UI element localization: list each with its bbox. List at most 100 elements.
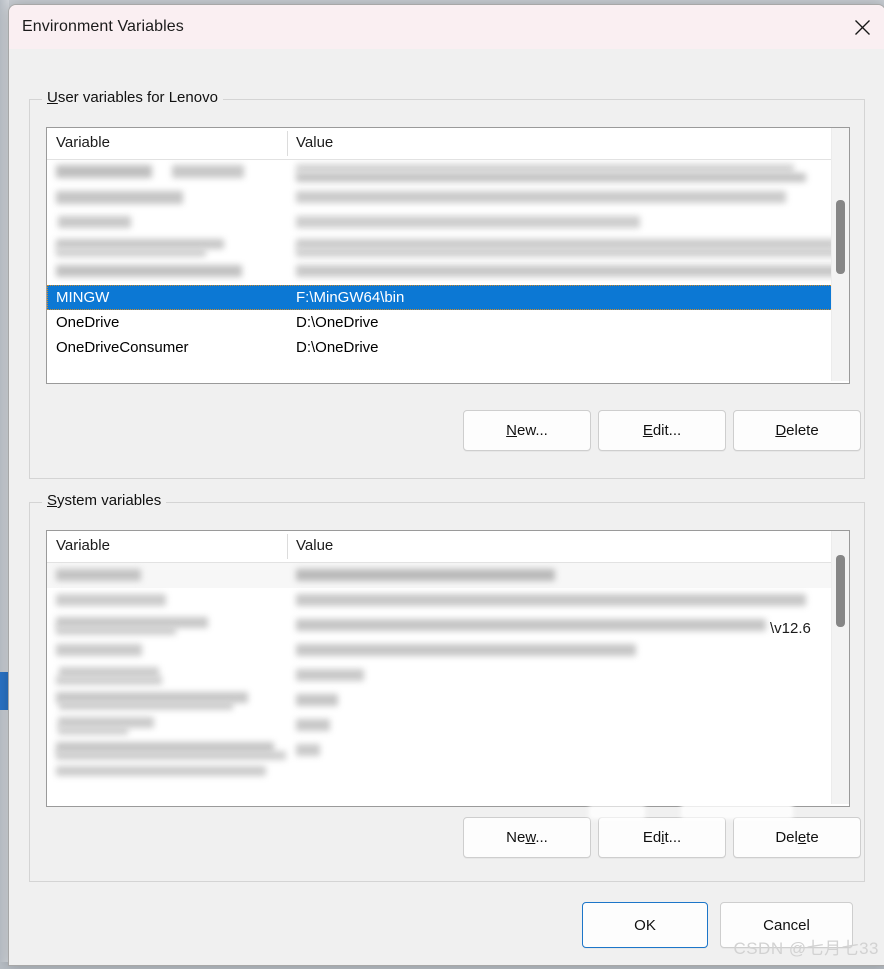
user-edit-accel: E (642, 422, 653, 439)
cell-variable: OneDriveConsumer (56, 339, 189, 356)
table-row[interactable] (47, 563, 849, 588)
system-col-variable[interactable]: Variable (56, 537, 110, 554)
system-variables-listview[interactable]: Variable Value \v12.6 (46, 530, 850, 807)
redacted-text (296, 216, 640, 228)
system-variables-groupbox: System variables Variable Value \v12.6 N… (29, 492, 865, 882)
user-legend-accel: U (47, 89, 58, 106)
system-legend-rest: ystem variables (57, 492, 162, 509)
user-edit-button[interactable]: Edit... (598, 410, 726, 451)
redacted-text (56, 191, 183, 204)
system-edit-button[interactable]: Edit... (598, 817, 726, 858)
user-legend-rest: ser variables for Lenovo (57, 89, 218, 106)
table-row[interactable] (47, 688, 849, 713)
system-new-button[interactable]: New... (463, 817, 591, 858)
close-icon[interactable] (839, 5, 884, 49)
background-blue-accent (0, 672, 8, 710)
redacted-text (56, 165, 152, 178)
system-col-value[interactable]: Value (296, 537, 333, 554)
ok-button[interactable]: OK (582, 902, 708, 948)
redacted-text (56, 676, 162, 685)
user-variables-groupbox: User variables for Lenovo Variable Value (29, 89, 865, 479)
table-row[interactable] (47, 235, 849, 260)
environment-variables-dialog: Environment Variables User variables for… (8, 4, 884, 966)
redacted-text (296, 744, 320, 756)
user-variables-listview[interactable]: Variable Value MINGW F:\MinGW64\bin OneD… (46, 127, 850, 384)
user-new-rest: ew... (516, 422, 548, 439)
table-row[interactable]: OneDriveConsumer D:\OneDrive (47, 335, 849, 360)
cancel-label: Cancel (763, 916, 810, 934)
csdn-watermark: CSDN @七月七33 (733, 939, 879, 958)
table-row[interactable]: OneDrive D:\OneDrive (47, 310, 849, 335)
user-variables-legend: User variables for Lenovo (42, 89, 223, 106)
cell-value: D:\OneDrive (296, 314, 379, 331)
redacted-text (296, 644, 636, 656)
system-variables-legend: System variables (42, 492, 167, 509)
user-delete-accel: D (775, 422, 787, 439)
redacted-text (296, 619, 766, 631)
redacted-text (296, 719, 330, 731)
redacted-text (296, 694, 338, 706)
user-col-divider[interactable] (287, 131, 288, 156)
redacted-text (296, 669, 364, 681)
system-list-scrollbar[interactable] (831, 531, 849, 804)
table-row[interactable] (47, 185, 849, 210)
redacted-text (58, 726, 128, 735)
user-col-variable[interactable]: Variable (56, 134, 110, 151)
title-bar: Environment Variables (9, 5, 884, 49)
table-row[interactable] (47, 210, 849, 235)
redacted-text (56, 248, 206, 257)
system-delete-pre: Del (775, 829, 798, 846)
user-scrollbar-thumb[interactable] (836, 200, 845, 274)
redacted-text (296, 173, 806, 182)
system-new-accel: w (525, 829, 536, 846)
redacted-text (296, 191, 786, 203)
system-delete-button[interactable]: Delete (733, 817, 861, 858)
window-title: Environment Variables (22, 18, 184, 35)
overlay-artifact (681, 803, 793, 819)
redacted-text (56, 644, 142, 656)
redacted-text (296, 265, 848, 277)
user-new-button[interactable]: New... (463, 410, 591, 451)
table-row[interactable] (47, 763, 849, 788)
cell-variable: OneDrive (56, 314, 120, 331)
cell-value: D:\OneDrive (296, 339, 379, 356)
redacted-text (56, 569, 141, 581)
redacted-text (296, 248, 849, 257)
user-edit-rest: dit... (652, 422, 682, 439)
user-list-body: MINGW F:\MinGW64\bin OneDrive D:\OneDriv… (47, 160, 849, 383)
user-list-header: Variable Value (47, 128, 849, 160)
table-row[interactable] (47, 663, 849, 688)
user-delete-button[interactable]: Delete (733, 410, 861, 451)
system-new-pre: Ne (506, 829, 526, 846)
system-edit-pre: Ed (642, 829, 662, 846)
redacted-text (296, 569, 555, 581)
ok-label: OK (634, 916, 656, 934)
redacted-text (296, 164, 794, 173)
table-row[interactable] (47, 638, 849, 663)
user-new-accel: N (506, 422, 517, 439)
user-delete-rest: elete (786, 422, 819, 439)
system-new-rest: ... (535, 829, 548, 846)
system-col-divider[interactable] (287, 534, 288, 559)
table-row-selected[interactable]: MINGW F:\MinGW64\bin (47, 285, 849, 310)
table-row[interactable] (47, 738, 849, 763)
redacted-text (56, 594, 166, 606)
redacted-text (296, 594, 806, 606)
table-row[interactable] (47, 260, 849, 285)
redacted-text (56, 626, 176, 635)
redacted-text (172, 165, 244, 178)
redacted-text (56, 766, 266, 776)
cell-variable: MINGW (56, 289, 110, 306)
table-row[interactable] (47, 713, 849, 738)
table-row[interactable] (47, 588, 849, 613)
system-list-body: \v12.6 (47, 563, 849, 806)
cell-value: F:\MinGW64\bin (296, 289, 405, 306)
user-col-value[interactable]: Value (296, 134, 333, 151)
table-row[interactable]: \v12.6 (47, 613, 849, 638)
table-row[interactable] (47, 160, 849, 185)
user-list-scrollbar[interactable] (831, 128, 849, 381)
system-legend-accel: S (47, 492, 58, 509)
system-edit-rest: t... (664, 829, 682, 846)
system-scrollbar-thumb[interactable] (836, 555, 845, 627)
redacted-text (56, 751, 286, 760)
